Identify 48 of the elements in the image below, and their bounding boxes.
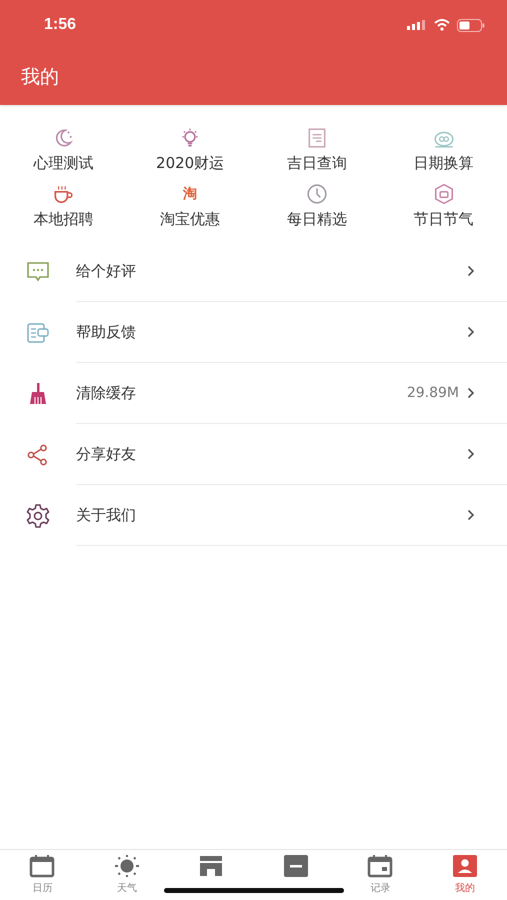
shortcut-label[interactable]: 每日精选 [286, 210, 347, 229]
menu-item[interactable]: 帮助反馈 [0, 302, 507, 363]
status-time: 1:56 [44, 16, 76, 34]
chevron-right-icon [467, 265, 475, 277]
feedback-icon [26, 322, 50, 344]
chat-icon [26, 260, 50, 282]
battery-icon [457, 18, 485, 32]
menu-label: 关于我们 [76, 506, 136, 524]
page-title: 我的 [20, 65, 60, 90]
calendar-icon [29, 854, 56, 878]
shortcut-label[interactable]: 日期换算 [414, 154, 474, 173]
clock-icon[interactable] [306, 183, 328, 205]
shortcut-label[interactable]: 节日节气 [414, 210, 474, 229]
cache-size: 29.89M [406, 385, 459, 401]
tab[interactable]: 记录 [338, 850, 422, 900]
menu-item[interactable]: 清除缓存 29.89M [0, 363, 507, 424]
shortcut-label[interactable]: 淘宝优惠 [160, 210, 220, 229]
sun-icon [112, 854, 141, 878]
document-icon[interactable] [306, 127, 328, 149]
menu-label: 清除缓存 [76, 384, 136, 402]
shortcut-label[interactable]: 心理测试 [33, 154, 94, 173]
minus-square-icon [282, 854, 309, 878]
tab[interactable]: 天气 [84, 850, 169, 900]
menu-item[interactable]: 分享好友 [0, 424, 507, 485]
wifi-icon [434, 19, 450, 31]
tab[interactable]: 我的 [422, 850, 507, 900]
profile-icon [452, 854, 478, 878]
signal-icon [407, 20, 427, 30]
shortcut-label[interactable]: 本地招聘 [33, 210, 94, 229]
calendar-icon [367, 854, 394, 878]
shortcut-label[interactable]: 2020财运 [156, 154, 224, 173]
chevron-right-icon [467, 448, 475, 460]
menu-item[interactable]: 关于我们 [0, 485, 507, 546]
chevron-right-icon [467, 509, 475, 521]
menu-item[interactable]: 给个好评 [0, 241, 507, 302]
store-icon [198, 854, 224, 878]
settings-icon [25, 502, 51, 528]
shop-icon[interactable]: 淘 [179, 183, 202, 205]
menu-label: 分享好友 [76, 444, 136, 464]
share-icon [27, 444, 49, 466]
shortcut-label[interactable]: 吉日查询 [286, 154, 347, 173]
chevron-right-icon [467, 387, 475, 399]
broom-icon [27, 382, 49, 406]
hexagon-icon[interactable] [432, 183, 455, 205]
chevron-right-icon [467, 326, 475, 338]
menu-label: 给个好评 [76, 262, 136, 280]
tab[interactable]: 日历 [0, 850, 84, 900]
menu-label: 帮助反馈 [76, 322, 136, 342]
